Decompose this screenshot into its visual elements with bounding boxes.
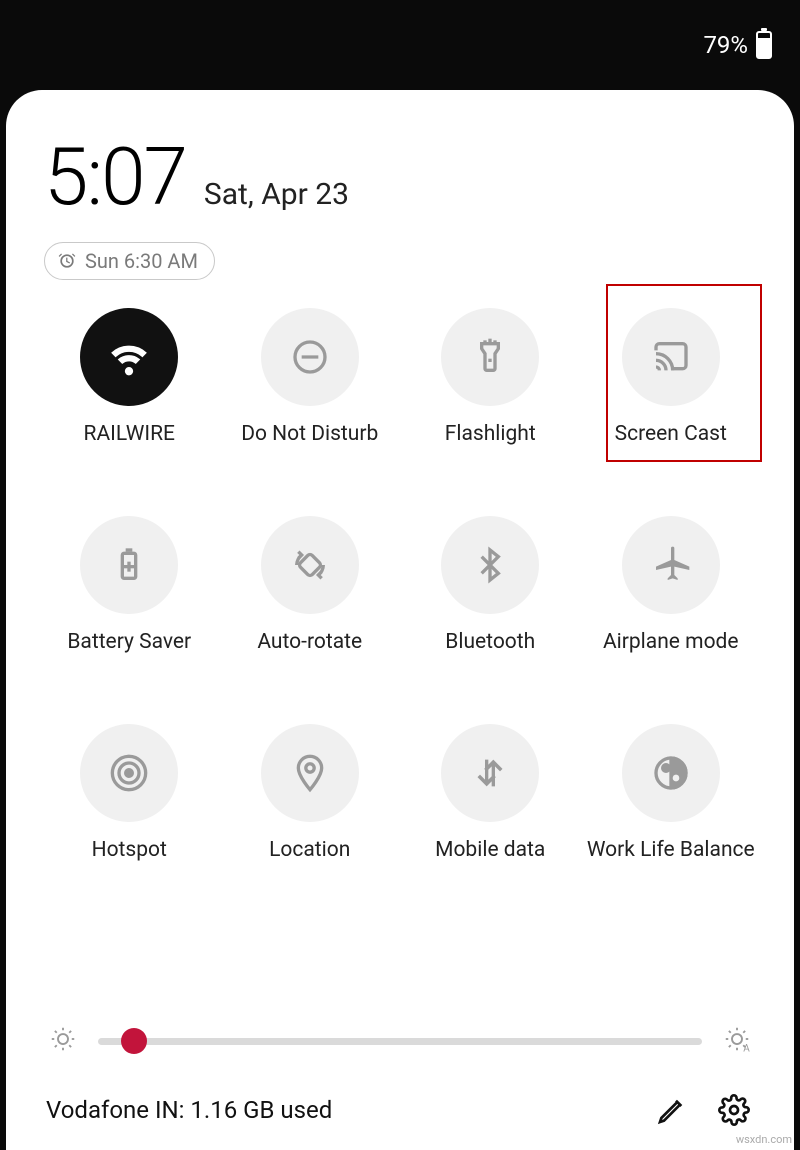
settings-button[interactable]	[714, 1090, 754, 1130]
tile-wifi-label: RAILWIRE	[84, 422, 175, 446]
tile-battery-saver-circle	[80, 516, 178, 614]
tile-battery-saver-label: Battery Saver	[67, 630, 191, 654]
edit-button[interactable]	[652, 1090, 692, 1130]
footer-row: Vodafone IN: 1.16 GB used	[44, 1086, 756, 1130]
tile-bluetooth-circle	[441, 516, 539, 614]
clock-date: Sat, Apr 23	[204, 177, 349, 212]
work-life-icon	[651, 753, 691, 793]
brightness-row: A	[44, 1024, 756, 1058]
tile-battery-saver[interactable]: Battery Saver	[44, 516, 215, 654]
tile-dnd-circle	[261, 308, 359, 406]
battery-percent: 79%	[703, 31, 748, 59]
brightness-low-icon[interactable]	[48, 1024, 78, 1058]
quick-settings-panel: 5:07 Sat, Apr 23 Sun 6:30 AM RAILWIRE Do…	[6, 90, 794, 1150]
location-icon	[290, 753, 330, 793]
tile-work-life[interactable]: Work Life Balance	[586, 724, 757, 862]
bluetooth-icon	[470, 545, 510, 585]
tile-location-circle	[261, 724, 359, 822]
tile-work-life-circle	[622, 724, 720, 822]
hotspot-icon	[109, 753, 149, 793]
dnd-icon	[290, 337, 330, 377]
tile-screencast-circle	[622, 308, 720, 406]
tile-location[interactable]: Location	[225, 724, 396, 862]
tile-mobile-data-circle	[441, 724, 539, 822]
flashlight-icon	[470, 337, 510, 377]
alarm-label: Sun 6:30 AM	[85, 249, 198, 273]
alarm-chip[interactable]: Sun 6:30 AM	[44, 242, 215, 280]
wifi-icon	[109, 337, 149, 377]
mobile-data-icon	[470, 753, 510, 793]
status-bar: 79%	[0, 0, 800, 90]
airplane-icon	[651, 545, 691, 585]
tile-auto-rotate-circle	[261, 516, 359, 614]
watermark: wsxdn.com	[736, 1133, 792, 1146]
tile-mobile-data[interactable]: Mobile data	[405, 724, 576, 862]
cast-icon	[651, 337, 691, 377]
tile-flashlight-circle	[441, 308, 539, 406]
pencil-icon	[656, 1094, 688, 1126]
svg-text:A: A	[743, 1044, 750, 1055]
brightness-auto-icon[interactable]: A	[722, 1024, 752, 1058]
battery-icon	[756, 31, 772, 59]
brightness-slider-thumb[interactable]	[121, 1028, 147, 1054]
tile-screencast[interactable]: Screen Cast	[586, 308, 757, 446]
brightness-slider[interactable]	[98, 1038, 702, 1045]
clock-row: 5:07 Sat, Apr 23	[44, 130, 756, 224]
tile-airplane[interactable]: Airplane mode	[586, 516, 757, 654]
clock-time: 5:07	[44, 130, 186, 224]
tile-wifi[interactable]: RAILWIRE	[44, 308, 215, 446]
tile-auto-rotate-label: Auto-rotate	[257, 630, 362, 654]
tile-work-life-label: Work Life Balance	[587, 838, 755, 862]
tile-flashlight-label: Flashlight	[445, 422, 536, 446]
tile-airplane-label: Airplane mode	[603, 630, 739, 654]
tile-bluetooth[interactable]: Bluetooth	[405, 516, 576, 654]
tile-wifi-circle	[80, 308, 178, 406]
tile-airplane-circle	[622, 516, 720, 614]
tile-hotspot[interactable]: Hotspot	[44, 724, 215, 862]
quick-tiles-grid: RAILWIRE Do Not Disturb Flashlight Scree…	[44, 308, 756, 862]
tile-bluetooth-label: Bluetooth	[445, 630, 535, 654]
tile-auto-rotate[interactable]: Auto-rotate	[225, 516, 396, 654]
tile-flashlight[interactable]: Flashlight	[405, 308, 576, 446]
carrier-usage: Vodafone IN: 1.16 GB used	[46, 1096, 332, 1124]
tile-mobile-data-label: Mobile data	[435, 838, 545, 862]
tile-hotspot-circle	[80, 724, 178, 822]
tile-screencast-label: Screen Cast	[615, 422, 727, 446]
gear-icon	[718, 1094, 750, 1126]
tile-location-label: Location	[269, 838, 350, 862]
tile-dnd-label: Do Not Disturb	[241, 422, 378, 446]
tile-hotspot-label: Hotspot	[92, 838, 167, 862]
auto-rotate-icon	[290, 545, 330, 585]
alarm-clock-icon	[57, 251, 77, 271]
tile-dnd[interactable]: Do Not Disturb	[225, 308, 396, 446]
battery-saver-icon	[109, 545, 149, 585]
